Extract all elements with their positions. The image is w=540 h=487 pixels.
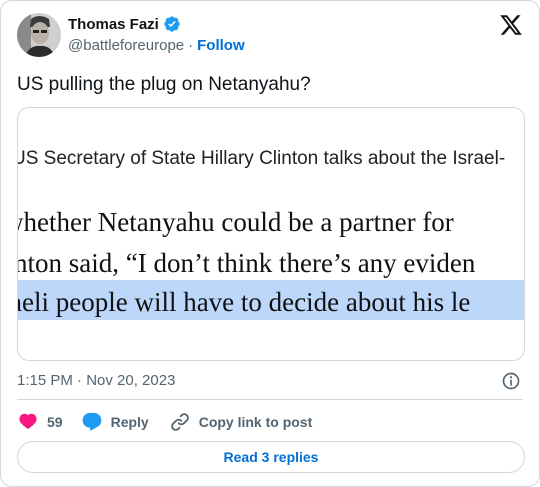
like-count: 59 <box>47 414 63 430</box>
divider <box>17 399 523 400</box>
read-replies-button[interactable]: Read 3 replies <box>17 441 525 473</box>
reply-label: Reply <box>110 414 149 430</box>
reply-button[interactable]: Reply <box>81 411 149 433</box>
copy-link-label: Copy link to post <box>198 414 313 430</box>
media-caption: US Secretary of State Hillary Clinton ta… <box>17 148 506 169</box>
media-text-line: whether Netanyahu could be a partner for <box>17 207 454 237</box>
link-icon <box>170 413 189 431</box>
handle[interactable]: @battleforeurope <box>68 37 184 54</box>
display-name[interactable]: Thomas Fazi <box>68 16 159 33</box>
avatar[interactable] <box>17 13 61 57</box>
author-name-row: Thomas Fazi <box>68 15 181 33</box>
separator-dot: · <box>188 37 194 54</box>
follow-button[interactable]: Follow <box>197 37 245 54</box>
info-icon[interactable] <box>501 371 521 391</box>
timestamp[interactable]: 1:15 PM · Nov 20, 2023 <box>17 372 175 389</box>
verified-badge-icon <box>164 16 180 32</box>
media-text-line: nton said, “I don’t think there’s any ev… <box>17 248 476 278</box>
like-button[interactable]: 59 <box>17 411 63 433</box>
avatar-image <box>17 13 61 57</box>
media-text-line-highlighted: aeli people will have to decide about hi… <box>17 287 471 317</box>
handle-row: @battleforeurope · Follow <box>68 37 245 54</box>
heart-icon <box>19 413 37 429</box>
action-bar: 59 Reply Copy link to post <box>17 410 312 434</box>
speech-bubble-icon <box>82 412 101 431</box>
tweet-text: US pulling the plug on Netanyahu? <box>17 74 311 95</box>
media-image[interactable]: US Secretary of State Hillary Clinton ta… <box>17 107 525 361</box>
x-logo-icon[interactable] <box>499 13 523 37</box>
tweet-card: Thomas Fazi @battleforeurope · Follow US… <box>0 0 540 487</box>
copy-link-button[interactable]: Copy link to post <box>169 411 313 433</box>
read-replies-label: Read 3 replies <box>223 449 319 465</box>
